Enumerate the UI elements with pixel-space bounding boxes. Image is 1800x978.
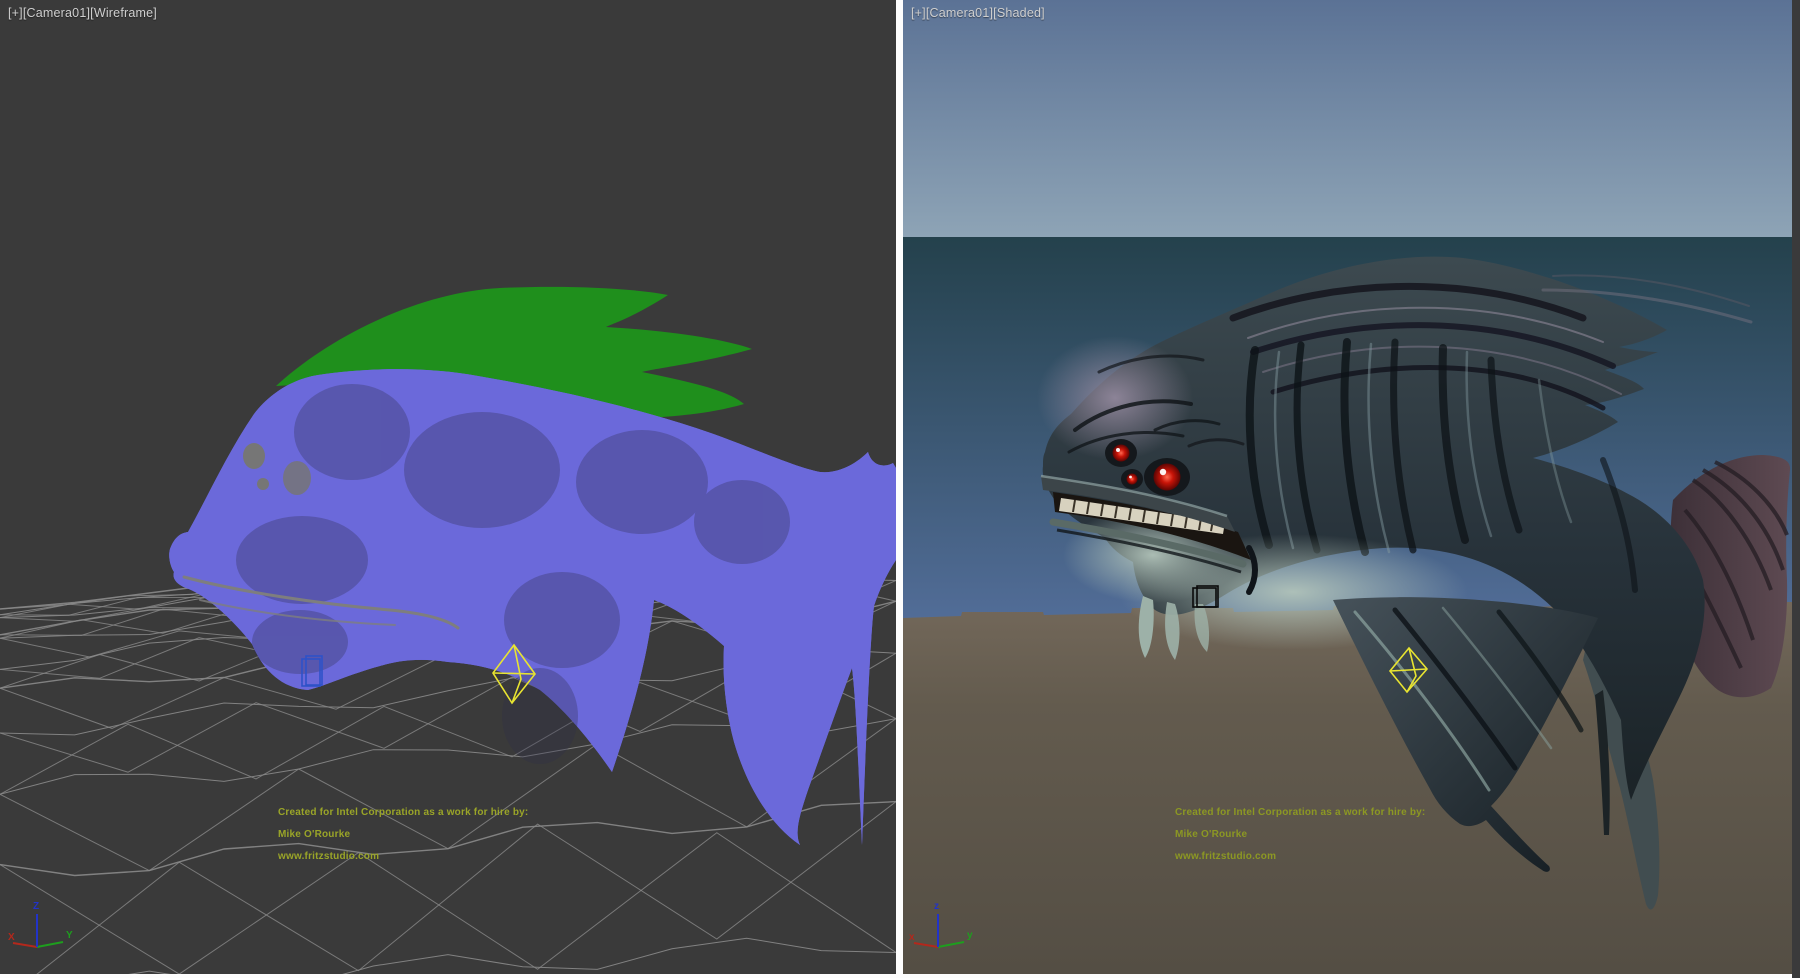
scene-attribution-text: Created for Intel Corporation as a work … [1175, 796, 1505, 873]
sky-background [903, 0, 1792, 238]
attribution-line3: www.fritzstudio.com [1175, 851, 1505, 862]
attribution-line1: Created for Intel Corporation as a work … [278, 807, 608, 818]
svg-text:x: x [909, 932, 915, 943]
viewport-splitter-horizontal[interactable] [0, 974, 1792, 978]
svg-text:z: z [934, 901, 939, 912]
eye-small [1113, 445, 1130, 462]
viewport-label-shaded[interactable]: [+][Camera01][Shaded] [911, 6, 1045, 20]
attribution-line3: www.fritzstudio.com [278, 851, 608, 862]
svg-text:X: X [8, 932, 15, 943]
viewport-shaded[interactable]: x y z [+][Camera01][Shaded] Created for … [903, 0, 1792, 974]
svg-text:Y: Y [66, 930, 73, 941]
dual-viewport-canvas: X Y Z [+][Camera01][Wireframe] Created f… [0, 0, 1800, 978]
svg-text:y: y [967, 930, 973, 941]
eye-large [1154, 464, 1181, 491]
scene-attribution-text: Created for Intel Corporation as a work … [278, 796, 608, 873]
eye-tiny [1127, 474, 1138, 485]
viewport-splitter-vertical[interactable] [896, 0, 903, 978]
attribution-line1: Created for Intel Corporation as a work … [1175, 807, 1505, 818]
viewport-label-wireframe[interactable]: [+][Camera01][Wireframe] [8, 6, 157, 20]
right-edge-gutter [1792, 0, 1800, 978]
attribution-line2: Mike O'Rourke [278, 829, 608, 840]
viewport-wireframe[interactable]: X Y Z [+][Camera01][Wireframe] Created f… [0, 0, 896, 974]
svg-text:Z: Z [33, 901, 39, 912]
attribution-line2: Mike O'Rourke [1175, 829, 1505, 840]
